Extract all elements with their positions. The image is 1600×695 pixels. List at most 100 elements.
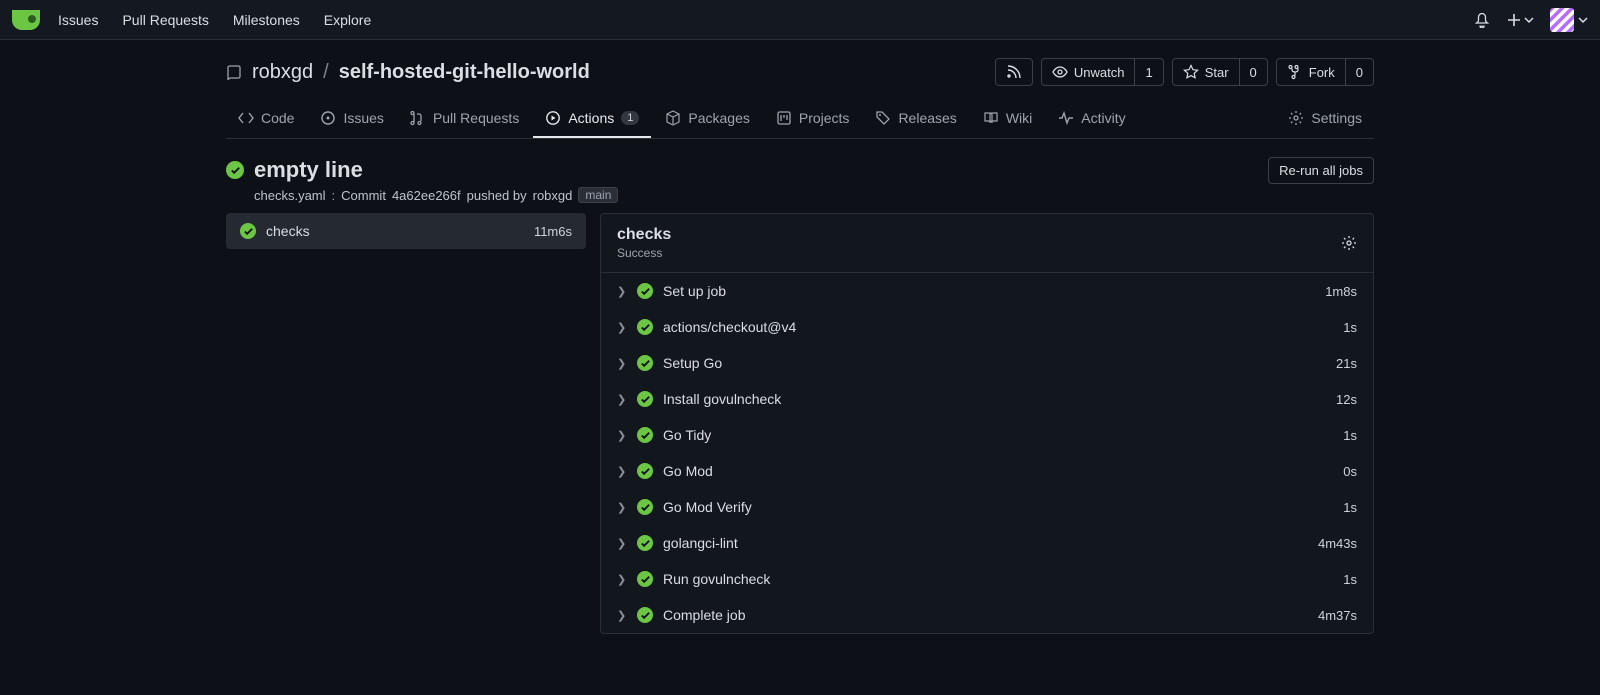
nav-issues[interactable]: Issues — [58, 12, 98, 28]
create-menu[interactable] — [1506, 12, 1534, 28]
star-button[interactable]: Star — [1172, 58, 1240, 86]
tab-actions[interactable]: Actions 1 — [533, 100, 651, 138]
fork-button[interactable]: Fork — [1276, 58, 1346, 86]
book-icon — [983, 110, 999, 126]
owner-link[interactable]: robxgd — [252, 61, 313, 84]
chevron-right-icon: ❯ — [617, 321, 627, 334]
tab-settings[interactable]: Settings — [1276, 100, 1374, 138]
step-status-icon — [637, 499, 653, 515]
package-icon — [665, 110, 681, 126]
step-row[interactable]: ❯Run govulncheck1s — [601, 561, 1373, 597]
steps-panel: checks Success ❯Set up job1m8s❯actions/c… — [600, 213, 1374, 634]
tab-code[interactable]: Code — [226, 100, 306, 138]
pushed-by-user[interactable]: robxgd — [533, 188, 573, 203]
steps-list: ❯Set up job1m8s❯actions/checkout@v41s❯Se… — [601, 273, 1373, 633]
unwatch-label: Unwatch — [1074, 65, 1125, 80]
pulse-icon — [1058, 110, 1074, 126]
settings-icon — [1288, 110, 1304, 126]
tab-releases-label: Releases — [898, 110, 956, 126]
tag-icon — [875, 110, 891, 126]
star-count[interactable]: 0 — [1240, 58, 1268, 86]
tab-wiki[interactable]: Wiki — [971, 100, 1044, 138]
rss-icon — [1006, 64, 1022, 80]
step-duration: 0s — [1343, 464, 1357, 479]
repo-actions: Unwatch 1 Star 0 Fork 0 — [995, 58, 1374, 86]
gear-icon — [1341, 235, 1357, 251]
tab-releases[interactable]: Releases — [863, 100, 968, 138]
step-duration: 4m37s — [1318, 608, 1357, 623]
tab-projects[interactable]: Projects — [764, 100, 862, 138]
tab-packages-label: Packages — [688, 110, 749, 126]
job-settings-button[interactable] — [1341, 235, 1357, 251]
step-status-icon — [637, 355, 653, 371]
step-duration: 1s — [1343, 320, 1357, 335]
unwatch-button[interactable]: Unwatch — [1041, 58, 1136, 86]
commit-hash[interactable]: 4a62ee266f — [392, 188, 461, 203]
step-row[interactable]: ❯Go Mod0s — [601, 453, 1373, 489]
nav-links: Issues Pull Requests Milestones Explore — [58, 12, 371, 28]
star-icon — [1183, 64, 1199, 80]
watch-count[interactable]: 1 — [1135, 58, 1163, 86]
chevron-right-icon: ❯ — [617, 393, 627, 406]
run-status-icon — [226, 161, 244, 179]
tab-activity-label: Activity — [1081, 110, 1125, 126]
play-icon — [545, 110, 561, 126]
step-row[interactable]: ❯Set up job1m8s — [601, 273, 1373, 309]
tab-pr-label: Pull Requests — [433, 110, 519, 126]
site-logo[interactable] — [12, 10, 40, 30]
step-row[interactable]: ❯ Install govulncheck 12s — [601, 381, 1373, 417]
fork-count[interactable]: 0 — [1346, 58, 1374, 86]
eye-icon — [1052, 64, 1068, 80]
step-duration: 1s — [1343, 428, 1357, 443]
code-icon — [238, 110, 254, 126]
branch-chip[interactable]: main — [578, 187, 618, 203]
nav-pull-requests[interactable]: Pull Requests — [122, 12, 208, 28]
step-name: Set up job — [663, 283, 726, 299]
tab-pull-requests[interactable]: Pull Requests — [398, 100, 531, 138]
path-separator: / — [323, 61, 329, 84]
step-row[interactable]: ❯golangci-lint4m43s — [601, 525, 1373, 561]
rss-button[interactable] — [995, 58, 1033, 86]
tab-settings-label: Settings — [1311, 110, 1362, 126]
chevron-right-icon: ❯ — [617, 537, 627, 550]
nav-milestones[interactable]: Milestones — [233, 12, 300, 28]
tab-activity[interactable]: Activity — [1046, 100, 1137, 138]
job-list: checks 11m6s — [226, 213, 586, 249]
workflow-file[interactable]: checks.yaml — [254, 188, 326, 203]
chevron-right-icon: ❯ — [617, 573, 627, 586]
step-name: Run govulncheck — [663, 571, 770, 587]
step-name: Install govulncheck — [663, 391, 781, 407]
step-name: Complete job — [663, 607, 746, 623]
step-row[interactable]: ❯ Complete job 4m37s — [601, 597, 1373, 633]
chevron-right-icon: ❯ — [617, 429, 627, 442]
step-row[interactable]: ❯Go Tidy1s — [601, 417, 1373, 453]
step-row[interactable]: ❯Go Mod Verify1s — [601, 489, 1373, 525]
star-label: Star — [1205, 65, 1229, 80]
chevron-right-icon: ❯ — [617, 609, 627, 622]
tab-wiki-label: Wiki — [1006, 110, 1032, 126]
pushed-by-label: pushed by — [467, 188, 527, 203]
nav-explore[interactable]: Explore — [324, 12, 371, 28]
step-status-icon — [637, 391, 653, 407]
step-duration: 21s — [1336, 356, 1357, 371]
step-row[interactable]: ❯actions/checkout@v41s — [601, 309, 1373, 345]
step-duration: 1s — [1343, 500, 1357, 515]
step-name: Setup Go — [663, 355, 722, 371]
step-status-icon — [637, 427, 653, 443]
repo-link[interactable]: self-hosted-git-hello-world — [339, 61, 590, 84]
chevron-right-icon: ❯ — [617, 285, 627, 298]
step-status-icon — [637, 283, 653, 299]
notifications-icon[interactable] — [1474, 12, 1490, 28]
tab-issues[interactable]: Issues — [308, 100, 395, 138]
tab-issues-label: Issues — [343, 110, 383, 126]
tab-code-label: Code — [261, 110, 294, 126]
tab-packages[interactable]: Packages — [653, 100, 761, 138]
user-menu[interactable] — [1550, 8, 1588, 32]
rerun-all-button[interactable]: Re-run all jobs — [1268, 157, 1374, 184]
step-duration: 12s — [1336, 392, 1357, 407]
steps-status: Success — [617, 246, 671, 260]
job-item[interactable]: checks 11m6s — [226, 213, 586, 249]
tab-projects-label: Projects — [799, 110, 850, 126]
job-name: checks — [266, 223, 310, 239]
step-row[interactable]: ❯Setup Go21s — [601, 345, 1373, 381]
